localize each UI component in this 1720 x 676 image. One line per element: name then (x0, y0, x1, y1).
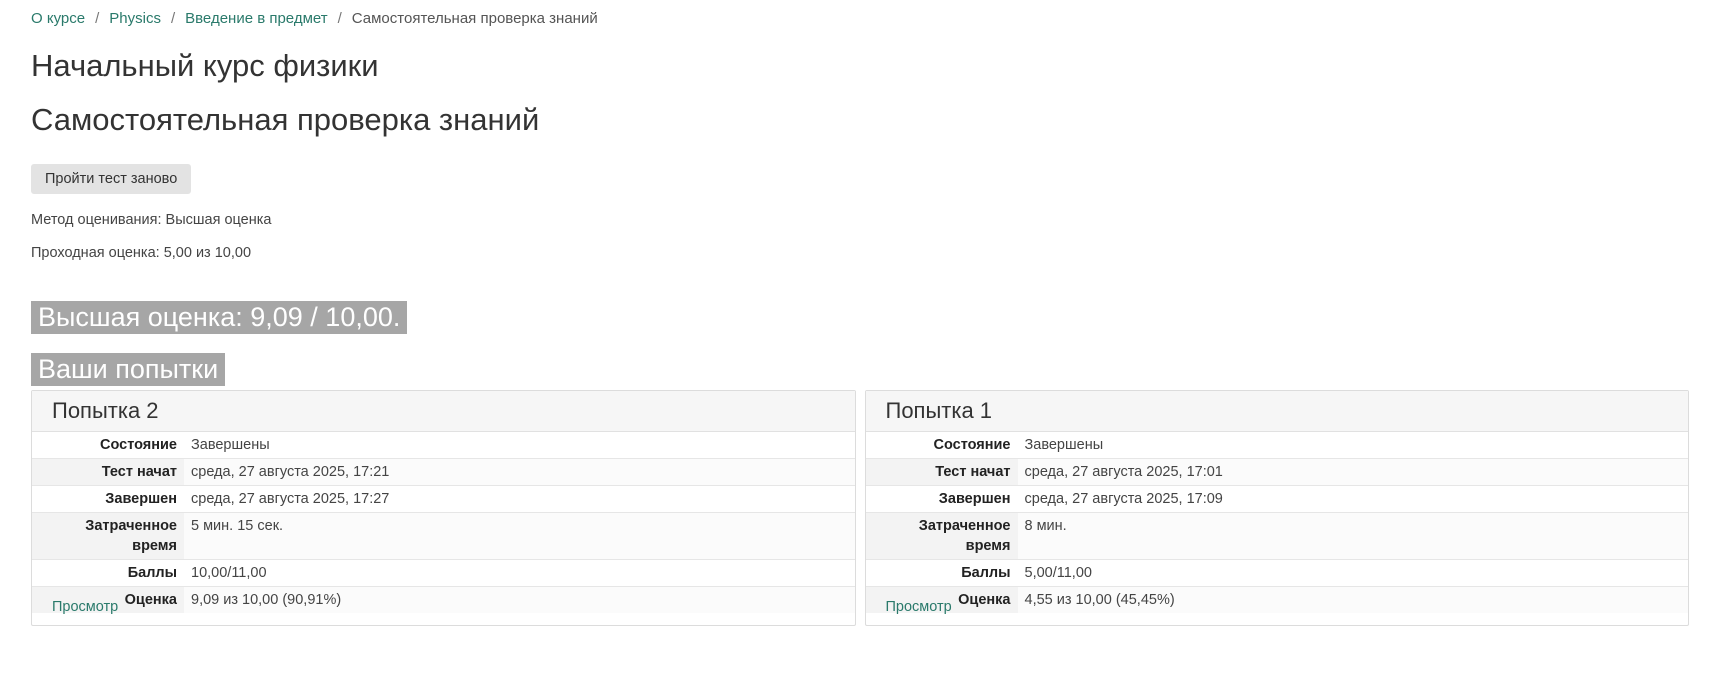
table-row: Завершен среда, 27 августа 2025, 17:09 (865, 485, 1688, 513)
completed-value: среда, 27 августа 2025, 17:09 (1017, 485, 1688, 513)
started-label: Тест начат (865, 458, 1018, 486)
breadcrumb-separator: / (95, 10, 100, 27)
breadcrumb: О курсе / Physics / Введение в предмет /… (31, 8, 1689, 30)
table-row: Тест начат среда, 27 августа 2025, 17:21 (32, 458, 855, 486)
time-taken-label-line-1: Затраченное (85, 518, 177, 534)
review-attempt-link[interactable]: Просмотр (886, 599, 952, 615)
table-row: Баллы 10,00/11,00 (32, 559, 855, 587)
time-taken-label: Затраченное время (32, 512, 184, 560)
time-taken-value: 5 мин. 15 сек. (184, 512, 855, 560)
grade-value: 9,09 из 10,00 (90,91%) (184, 586, 855, 613)
attempts-list: Попытка 2 Состояние Завершены Тест начат… (31, 390, 1689, 626)
attempt-card: Попытка 2 Состояние Завершены Тест начат… (31, 390, 856, 626)
completed-value: среда, 27 августа 2025, 17:27 (184, 485, 855, 513)
marks-label: Баллы (865, 559, 1018, 587)
attempts-heading: Ваши попытки (31, 353, 226, 386)
started-value: среда, 27 августа 2025, 17:01 (1017, 458, 1688, 486)
passing-grade: Проходная оценка: 5,00 из 10,00 (31, 245, 252, 261)
started-value: среда, 27 августа 2025, 17:21 (184, 458, 855, 486)
time-taken-value: 8 мин. (1017, 512, 1688, 560)
attempt-card: Попытка 1 Состояние Завершены Тест начат… (864, 390, 1689, 626)
table-row: Оценка 9,09 из 10,00 (90,91%) (32, 586, 855, 613)
table-row: Завершен среда, 27 августа 2025, 17:27 (32, 485, 855, 513)
table-row: Состояние Завершены (32, 432, 855, 459)
marks-label: Баллы (32, 559, 184, 587)
breadcrumb-link-about-course[interactable]: О курсе (31, 8, 85, 30)
time-taken-label-line-2: время (965, 538, 1011, 554)
retake-quiz-button[interactable]: Пройти тест заново (31, 164, 192, 194)
grade-value: 4,55 из 10,00 (45,45%) (1017, 586, 1688, 613)
page: О курсе / Physics / Введение в предмет /… (0, 0, 1720, 626)
breadcrumb-current: Самостоятельная проверка знаний (351, 10, 598, 27)
state-value: Завершены (191, 437, 270, 453)
breadcrumb-separator: / (170, 10, 176, 27)
quiz-title: Самостоятельная проверка знаний (31, 102, 540, 137)
state-label: Состояние (933, 437, 1011, 453)
table-row: Оценка 4,55 из 10,00 (45,45%) (865, 586, 1688, 613)
review-attempt-link[interactable]: Просмотр (52, 599, 118, 615)
grading-method: Метод оценивания: Высшая оценка (31, 212, 272, 228)
state-label: Состояние (100, 437, 177, 453)
table-row: Баллы 5,00/11,00 (865, 559, 1688, 587)
marks-value: 5,00/11,00 (1017, 559, 1688, 587)
completed-label: Завершен (865, 485, 1018, 513)
time-taken-label-line-2: время (132, 538, 177, 554)
table-row: Затраченное время 5 мин. 15 сек. (32, 512, 855, 560)
breadcrumb-link-introduction[interactable]: Введение в предмет (185, 8, 327, 30)
course-title: Начальный курс физики (31, 48, 379, 83)
breadcrumb-link-physics[interactable]: Physics (109, 8, 161, 30)
attempt-title: Попытка 1 (865, 391, 1688, 432)
attempt-details-table: Состояние Завершены Тест начат среда, 27… (865, 432, 1689, 613)
state-value: Завершены (1024, 437, 1104, 453)
started-label: Тест начат (32, 458, 184, 486)
attempt-title: Попытка 2 (32, 391, 855, 432)
attempt-details-table: Состояние Завершены Тест начат среда, 27… (32, 432, 855, 613)
marks-value: 10,00/11,00 (184, 559, 855, 587)
table-row: Затраченное время 8 мин. (865, 512, 1688, 560)
table-row: Состояние Завершены (866, 432, 1689, 459)
time-taken-label-line-1: Затраченное (918, 518, 1011, 534)
best-grade-heading: Высшая оценка: 9,09 / 10,00. (31, 301, 408, 334)
breadcrumb-separator: / (337, 10, 342, 27)
time-taken-label: Затраченное время (865, 512, 1018, 560)
completed-label: Завершен (32, 485, 184, 513)
table-row: Тест начат среда, 27 августа 2025, 17:01 (865, 458, 1688, 486)
